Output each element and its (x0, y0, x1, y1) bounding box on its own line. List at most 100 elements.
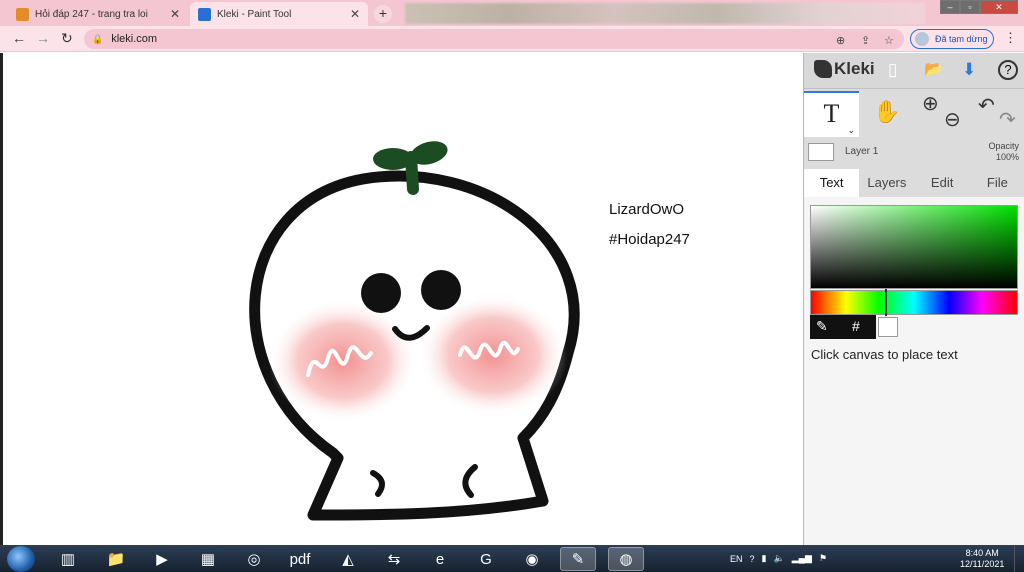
tab-text[interactable]: Text (804, 169, 860, 197)
tab-file[interactable]: File (970, 169, 1024, 197)
greenshot-app-icon[interactable]: ◎ (236, 547, 272, 571)
text-tool-icon: T (823, 99, 840, 128)
kleki-favicon-icon (198, 7, 211, 21)
clock-time: 8:40 AM (965, 548, 999, 558)
layer-thumbnail (808, 143, 834, 161)
tab-layers[interactable]: Layers (859, 169, 914, 197)
right-eye (421, 270, 461, 310)
kleki-sidebar: Kleki ▯ 📂 ⬇ ? T ⌄ ✋ ⊕ ⊖ ↶ ↷ Layer 1 Opac… (803, 53, 1024, 545)
layer-opacity: Opacity 100% (988, 141, 1019, 163)
minimize-button[interactable]: – (940, 0, 960, 14)
zoom-app-icon[interactable]: ◉ (514, 547, 550, 571)
tab-hoidap247[interactable]: Hỏi đáp 247 - trang tra loi ✕ (8, 2, 188, 26)
help-icon[interactable]: ? (998, 60, 1018, 80)
clock-date: 12/11/2021 (960, 559, 1005, 569)
teamviewer-app-icon[interactable]: ⇆ (376, 547, 412, 571)
hoidap-favicon-icon (16, 7, 29, 21)
kleki-logo[interactable]: Kleki (814, 59, 875, 79)
opacity-label: Opacity (988, 141, 1019, 151)
close-tab-icon[interactable]: ✕ (350, 7, 360, 21)
lock-icon: 🔒 (92, 33, 104, 44)
clock[interactable]: 8:40 AM 12/11/2021 (960, 548, 1004, 570)
tab-title: Hỏi đáp 247 - trang tra loi (35, 8, 148, 20)
layer-name: Layer 1 (845, 146, 879, 157)
hue-slider[interactable] (810, 289, 1018, 316)
opacity-value: 100% (995, 152, 1019, 162)
windows-taskbar: ▥ 📁 ▶ ▦ ◎ pdf ◭ ⇆ e G ◉ ✎ ◍ EN ? ▮ 🔈 ▂▄▆ ⚑ 8:40 AM 1… (0, 545, 1024, 572)
redo-icon[interactable]: ↷ (999, 107, 1016, 132)
profile-paused-button[interactable]: Đã tạm dừng (910, 29, 994, 49)
browser-tab-strip: Hỏi đáp 247 - trang tra loi ✕ Kleki - Pa… (0, 0, 1024, 26)
text-tool-panel: ✎ # Click canvas to place text (804, 197, 1024, 545)
kleki-tabs: Text Layers Edit File (804, 169, 1024, 197)
browser-toolbar: ← → ↻ 🔒 kleki.com ⊕ ⇪ ☆ Đã tạm dừng ⋮ (0, 26, 1024, 52)
reload-button[interactable]: ↻ (61, 30, 73, 47)
text-tool-button[interactable]: T ⌄ (804, 91, 859, 137)
tool-row: T ⌄ ✋ ⊕ ⊖ ↶ ↷ (804, 91, 1024, 137)
browser-menu-icon[interactable]: ⋮ (1004, 30, 1017, 46)
pdf-app-icon[interactable]: pdf (282, 547, 318, 571)
zoom-icon[interactable]: ⊕ (836, 34, 845, 47)
calculator-app-icon[interactable]: ▦ (190, 547, 226, 571)
acrobat-app-icon[interactable]: ◭ (330, 547, 366, 571)
layer-row[interactable]: Layer 1 Opacity 100% (804, 139, 1024, 167)
canvas-text-hashtag: #Hoidap247 (609, 231, 690, 248)
ie-app-icon[interactable]: e (422, 547, 458, 571)
close-tab-icon[interactable]: ✕ (170, 7, 180, 21)
hex-input-button[interactable]: # (852, 318, 860, 334)
forward-button[interactable]: → (36, 30, 50, 46)
explorer-app-icon[interactable]: ▥ (50, 547, 86, 571)
address-bar[interactable]: 🔒 kleki.com ⊕ ⇪ ☆ (84, 29, 904, 49)
window-controls: – ▫ ✕ (940, 0, 1018, 14)
current-color-swatch[interactable] (878, 317, 898, 337)
maximize-button[interactable]: ▫ (960, 0, 980, 14)
hand-tool-icon[interactable]: ✋ (873, 99, 900, 125)
help-icon[interactable]: ? (750, 554, 755, 564)
logo-text: Kleki (834, 59, 875, 78)
new-image-icon[interactable]: ▯ (888, 60, 897, 80)
share-icon[interactable]: ⇪ (861, 34, 870, 47)
tab-edit[interactable]: Edit (915, 169, 970, 197)
close-window-button[interactable]: ✕ (980, 0, 1018, 14)
undo-icon[interactable]: ↶ (978, 93, 995, 118)
kleki-logo-icon (814, 60, 832, 78)
zoom-out-icon[interactable]: ⊖ (944, 107, 961, 132)
flag-icon[interactable]: ⚑ (819, 553, 827, 564)
canvas-text-name: LizardOwO (609, 201, 685, 218)
bookmark-star-icon[interactable]: ☆ (884, 34, 894, 47)
new-tab-button[interactable]: + (374, 5, 392, 23)
avatar (915, 32, 929, 46)
tab-kleki[interactable]: Kleki - Paint Tool ✕ (190, 2, 368, 26)
signal-icon[interactable]: ▂▄▆ (792, 553, 812, 564)
tab-title: Kleki - Paint Tool (217, 8, 292, 20)
kleki-header: Kleki ▯ 📂 ⬇ ? (804, 53, 1024, 89)
language-indicator[interactable]: EN (730, 554, 743, 564)
color-saturation-value-picker[interactable] (810, 205, 1018, 289)
url-text: kleki.com (111, 33, 158, 45)
foxit-app-icon[interactable]: G (468, 547, 504, 571)
show-desktop-button[interactable] (1014, 545, 1024, 572)
eyedropper-icon[interactable]: ✎ (816, 318, 828, 335)
chrome-app-icon[interactable]: ◍ (608, 547, 644, 571)
open-folder-icon[interactable]: 📂 (924, 60, 943, 78)
start-button[interactable] (7, 546, 35, 572)
folder-app-icon[interactable]: 📁 (98, 547, 134, 571)
zoom-in-icon[interactable]: ⊕ (922, 91, 939, 116)
system-tray: EN ? ▮ 🔈 ▂▄▆ ⚑ (730, 545, 834, 572)
color-tools: ✎ # (810, 315, 876, 339)
paint-app-icon[interactable]: ✎ (560, 547, 596, 571)
tool-hint: Click canvas to place text (811, 347, 958, 362)
profile-status: Đã tạm dừng (935, 34, 988, 44)
volume-icon[interactable]: 🔈 (773, 553, 784, 564)
sprout-left-leaf (373, 148, 413, 170)
hue-slider-handle[interactable] (885, 289, 887, 316)
download-icon[interactable]: ⬇ (962, 60, 976, 80)
blurred-background (405, 3, 925, 24)
media-app-icon[interactable]: ▶ (144, 547, 180, 571)
left-blush (268, 299, 418, 423)
network-icon[interactable]: ▮ (762, 553, 767, 564)
chevron-down-icon[interactable]: ⌄ (847, 125, 855, 135)
left-eye (361, 273, 401, 313)
drawing-canvas[interactable]: LizardOwO #Hoidap247 (0, 53, 802, 545)
back-button[interactable]: ← (12, 30, 26, 46)
